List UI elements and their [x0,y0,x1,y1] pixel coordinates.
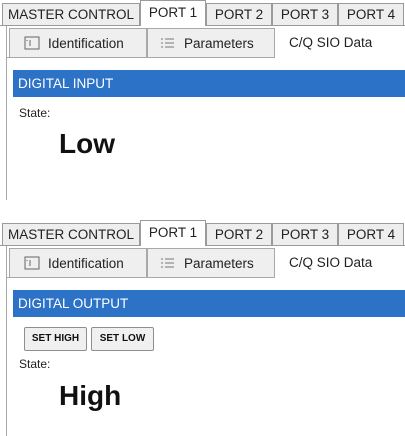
sub-tab-bar: Identification Parameters C/Q SIO Data [7,246,405,278]
tab-identification-label: Identification [48,255,124,271]
tab-cq-sio-data[interactable]: C/Q SIO Data [275,246,405,278]
state-value: Low [59,128,115,159]
tab-port-3[interactable]: PORT 3 [272,3,338,26]
list-icon [160,36,176,50]
tab-port-2[interactable]: PORT 2 [206,3,272,26]
tab-identification[interactable]: Identification [9,28,147,57]
tab-identification[interactable]: Identification [9,248,147,277]
tab-parameters[interactable]: Parameters [147,28,275,57]
tab-cq-sio-data-label: C/Q SIO Data [289,34,373,50]
tab-port-3[interactable]: PORT 3 [272,223,338,246]
port-tab-bar: MASTER CONTROL PORT 1 PORT 2 PORT 3 PORT… [0,0,405,26]
set-high-button[interactable]: SET HIGH [24,327,87,351]
tab-parameters[interactable]: Parameters [147,248,275,277]
tab-master-control[interactable]: MASTER CONTROL [2,223,140,246]
state-value: High [59,380,122,411]
tab-cq-sio-data-label: C/Q SIO Data [289,254,373,270]
tab-port-4[interactable]: PORT 4 [338,3,404,26]
digital-output-panel: MASTER CONTROL PORT 1 PORT 2 PORT 3 PORT… [0,220,405,436]
set-low-button[interactable]: SET LOW [91,327,154,351]
digital-input-panel: MASTER CONTROL PORT 1 PORT 2 PORT 3 PORT… [0,0,405,200]
identification-icon [24,256,40,270]
tab-port-4[interactable]: PORT 4 [338,223,404,246]
tab-parameters-label: Parameters [184,255,254,271]
state-label: State: [19,357,51,371]
tab-port-1[interactable]: PORT 1 [140,220,206,246]
sub-tab-bar: Identification Parameters C/Q SIO Data [7,26,405,58]
section-title: DIGITAL INPUT [13,70,405,97]
tab-identification-label: Identification [48,35,124,51]
list-icon [160,256,176,270]
section-title: DIGITAL OUTPUT [13,290,405,317]
tab-port-2[interactable]: PORT 2 [206,223,272,246]
port-tab-bar: MASTER CONTROL PORT 1 PORT 2 PORT 3 PORT… [0,220,405,246]
tab-master-control[interactable]: MASTER CONTROL [2,3,140,26]
tab-cq-sio-data[interactable]: C/Q SIO Data [275,26,405,58]
port-content-frame: Identification Parameters C/Q SIO Data D… [6,26,405,200]
identification-icon [24,36,40,50]
tab-port-1[interactable]: PORT 1 [140,0,206,26]
tab-parameters-label: Parameters [184,35,254,51]
port-content-frame: Identification Parameters C/Q SIO Data D… [6,246,405,436]
state-label: State: [19,106,51,120]
